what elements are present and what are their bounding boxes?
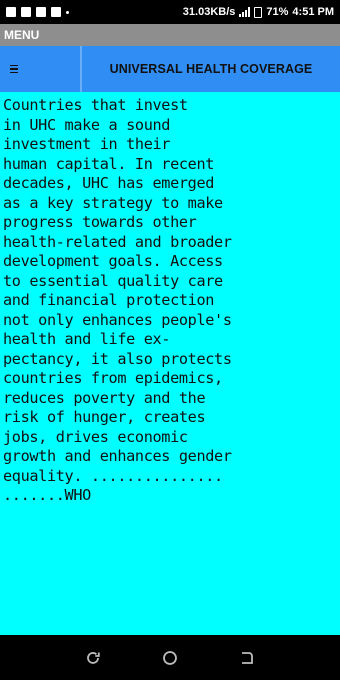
network-speed: 31.03KB/s bbox=[182, 6, 236, 18]
header: UNIVERSAL HEALTH COVERAGE bbox=[0, 46, 340, 92]
app-title-bar: MENU bbox=[0, 24, 340, 46]
status-bar: 31.03KB/s 71% 4:51 PM bbox=[0, 0, 340, 24]
app-notification-icon bbox=[21, 7, 31, 17]
menu-button[interactable] bbox=[0, 46, 80, 92]
navigation-bar bbox=[0, 635, 340, 680]
notification-icons bbox=[6, 7, 69, 17]
app-title: MENU bbox=[4, 28, 40, 42]
youtube-icon bbox=[36, 7, 46, 17]
page-title: UNIVERSAL HEALTH COVERAGE bbox=[80, 46, 340, 92]
battery-icon bbox=[254, 6, 263, 18]
recent-apps-icon bbox=[87, 651, 101, 664]
home-icon bbox=[163, 650, 177, 665]
system-status: 31.03KB/s 71% 4:51 PM bbox=[183, 6, 334, 18]
back-icon bbox=[241, 651, 253, 664]
more-notifications-icon bbox=[66, 10, 69, 14]
back-button[interactable] bbox=[235, 646, 259, 670]
article-text: Countries that invest in UHC make a soun… bbox=[3, 96, 232, 504]
media-icon bbox=[51, 7, 61, 17]
recent-apps-button[interactable] bbox=[81, 646, 105, 670]
hamburger-menu-icon bbox=[10, 64, 18, 74]
home-button[interactable] bbox=[158, 646, 182, 670]
clock: 4:51 PM bbox=[292, 6, 334, 18]
battery-level: 71% bbox=[266, 6, 289, 18]
signal-icon bbox=[239, 7, 251, 17]
content-area[interactable]: Countries that invest in UHC make a soun… bbox=[0, 92, 340, 635]
notification-icon bbox=[6, 7, 16, 17]
